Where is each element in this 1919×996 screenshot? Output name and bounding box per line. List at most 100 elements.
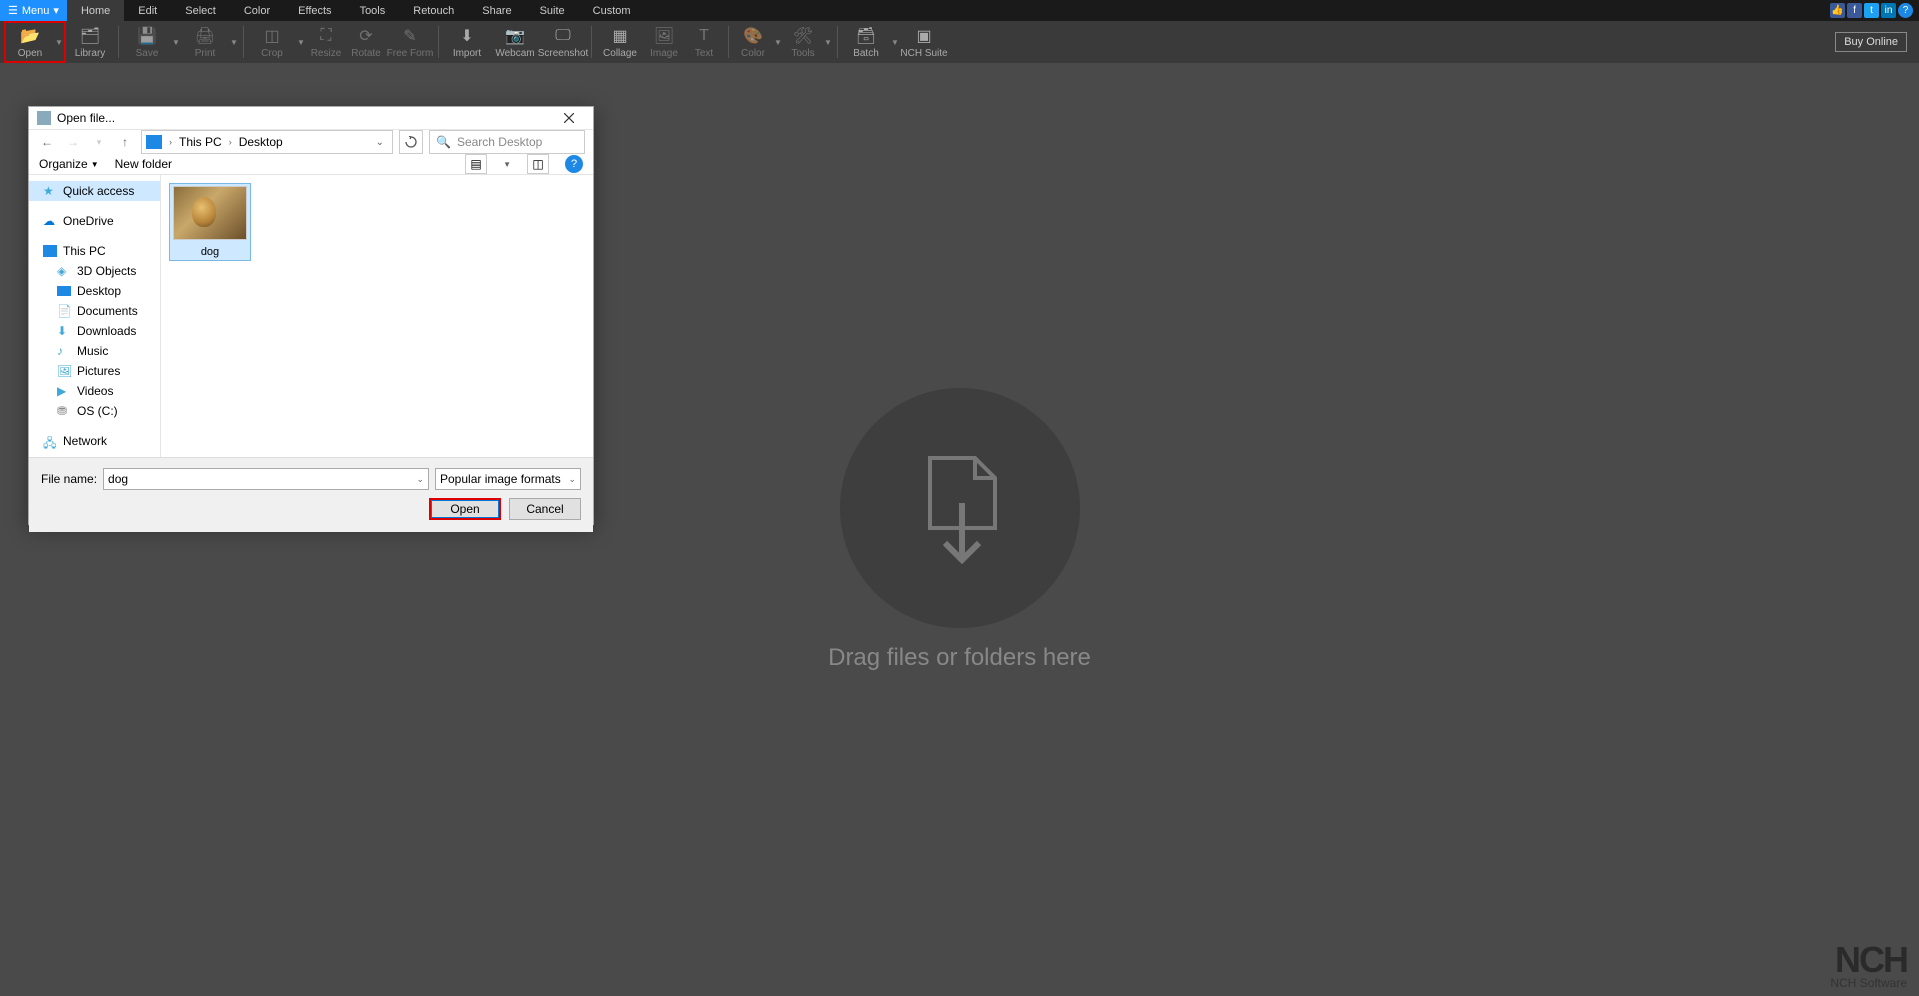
refresh-button[interactable] [399,130,423,154]
tree-network[interactable]: 🖧 Network [29,431,160,451]
save-dropdown[interactable]: ▼ [171,38,181,47]
collage-icon: ▦ [612,26,627,46]
address-bar[interactable]: › This PC › Desktop ⌄ [141,130,393,154]
crop-button[interactable]: ◫ Crop [248,21,296,63]
navigation-tree: ★ Quick access ☁ OneDrive This PC ◈ 3D O… [29,175,161,457]
crop-dropdown[interactable]: ▼ [296,38,306,47]
preview-pane-button[interactable]: ◫ [527,154,549,174]
twitter-icon[interactable]: t [1864,3,1879,18]
menu-select[interactable]: Select [171,0,230,21]
print-button[interactable]: 🖨 Print [181,21,229,63]
print-dropdown[interactable]: ▼ [229,38,239,47]
text-icon: T [699,26,709,46]
buy-online-button[interactable]: Buy Online [1835,32,1907,52]
search-placeholder: Search Desktop [457,135,542,149]
search-box[interactable]: 🔍 Search Desktop [429,130,585,154]
tree-downloads[interactable]: ⬇ Downloads [29,321,160,341]
file-thumbnail [173,186,247,240]
nav-forward-button[interactable]: → [63,132,83,152]
nchsuite-button[interactable]: ▣ NCH Suite [900,21,948,63]
file-list[interactable]: dog [161,175,593,457]
menu-share[interactable]: Share [468,0,525,21]
tree-videos[interactable]: ▶ Videos [29,381,160,401]
folder-open-icon: 📂 [20,26,40,46]
menu-retouch[interactable]: Retouch [399,0,468,21]
tree-onedrive[interactable]: ☁ OneDrive [29,211,160,231]
menu-home[interactable]: Home [67,0,124,21]
rotate-button[interactable]: ⟳ Rotate [346,21,386,63]
pc-icon [146,135,162,149]
download-icon: ⬇ [57,324,71,338]
chevron-right-icon[interactable]: › [166,137,175,147]
webcam-button[interactable]: 📷 Webcam [491,21,539,63]
save-button[interactable]: 💾 Save [123,21,171,63]
menu-suite[interactable]: Suite [526,0,579,21]
file-type-filter[interactable]: Popular image formats ⌄ [435,468,581,490]
help-icon[interactable]: ? [1898,3,1913,18]
tree-os-c[interactable]: ⛃ OS (C:) [29,401,160,421]
view-dropdown[interactable]: ▼ [503,160,511,169]
image-button[interactable]: 🖼 Image [644,21,684,63]
facebook-icon[interactable]: f [1847,3,1862,18]
chevron-right-icon[interactable]: › [226,137,235,147]
tree-quick-access[interactable]: ★ Quick access [29,181,160,201]
new-folder-button[interactable]: New folder [115,157,172,171]
breadcrumb-thispc[interactable]: This PC [179,135,222,149]
like-icon[interactable]: 👍 [1830,3,1845,18]
open-file-button[interactable]: Open [429,498,501,520]
menu-edit[interactable]: Edit [124,0,171,21]
text-button[interactable]: T Text [684,21,724,63]
dialog-titlebar[interactable]: Open file... [29,107,593,130]
dialog-help-button[interactable]: ? [565,155,583,173]
tools-button[interactable]: 🛠 Tools [783,21,823,63]
breadcrumb-desktop[interactable]: Desktop [239,135,283,149]
menu-tools[interactable]: Tools [346,0,400,21]
menu-color[interactable]: Color [230,0,284,21]
cancel-button[interactable]: Cancel [509,498,581,520]
tree-documents[interactable]: 📄 Documents [29,301,160,321]
filename-input[interactable] [108,472,416,486]
open-button[interactable]: 📂 Open [6,23,54,61]
batch-dropdown[interactable]: ▼ [890,38,900,47]
tree-music[interactable]: ♪ Music [29,341,160,361]
nav-back-button[interactable]: ← [37,132,57,152]
menu-label: Menu [22,5,50,17]
organize-button[interactable]: Organize▼ [39,157,99,171]
desktop-icon [57,286,71,296]
pictures-icon: 🖼 [57,364,71,378]
resize-button[interactable]: ⛶ Resize [306,21,346,63]
batch-button[interactable]: 🗃 Batch [842,21,890,63]
tree-desktop[interactable]: Desktop [29,281,160,301]
cube-icon: ◈ [57,264,71,278]
screenshot-button[interactable]: 🖵 Screenshot [539,21,587,63]
linkedin-icon[interactable]: in [1881,3,1896,18]
tools-dropdown[interactable]: ▼ [823,38,833,47]
open-dropdown[interactable]: ▼ [54,38,64,47]
address-dropdown[interactable]: ⌄ [372,137,388,148]
close-button[interactable] [553,107,585,129]
menu-custom[interactable]: Custom [579,0,645,21]
color-dropdown[interactable]: ▼ [773,38,783,47]
videos-icon: ▶ [57,384,71,398]
library-icon: 🗂 [80,26,100,46]
tree-this-pc[interactable]: This PC [29,241,160,261]
print-icon: 🖨 [195,26,215,46]
freeform-button[interactable]: ✎ Free Form [386,21,434,63]
nav-recent-dropdown[interactable]: ▾ [89,132,109,152]
dialog-title: Open file... [57,111,553,125]
main-menu-button[interactable]: ☰ Menu ▾ [0,0,67,21]
nav-up-button[interactable]: ↑ [115,132,135,152]
open-file-dialog: Open file... ← → ▾ ↑ › This PC › Desktop… [28,106,594,525]
tree-pictures[interactable]: 🖼 Pictures [29,361,160,381]
menu-effects[interactable]: Effects [284,0,345,21]
collage-button[interactable]: ▦ Collage [596,21,644,63]
view-mode-button[interactable]: ▤ [465,154,487,174]
ribbon-toolbar: 📂 Open ▼ 🗂 Library 💾 Save ▼ 🖨 Print ▼ ◫ … [0,21,1919,63]
filename-dropdown[interactable]: ⌄ [416,474,424,485]
color-button[interactable]: 🎨 Color [733,21,773,63]
tree-3d-objects[interactable]: ◈ 3D Objects [29,261,160,281]
file-item-dog[interactable]: dog [169,183,251,261]
import-button[interactable]: ⬇ Import [443,21,491,63]
dialog-toolbar: Organize▼ New folder ▤ ▼ ◫ ? [29,154,593,175]
library-button[interactable]: 🗂 Library [66,21,114,63]
